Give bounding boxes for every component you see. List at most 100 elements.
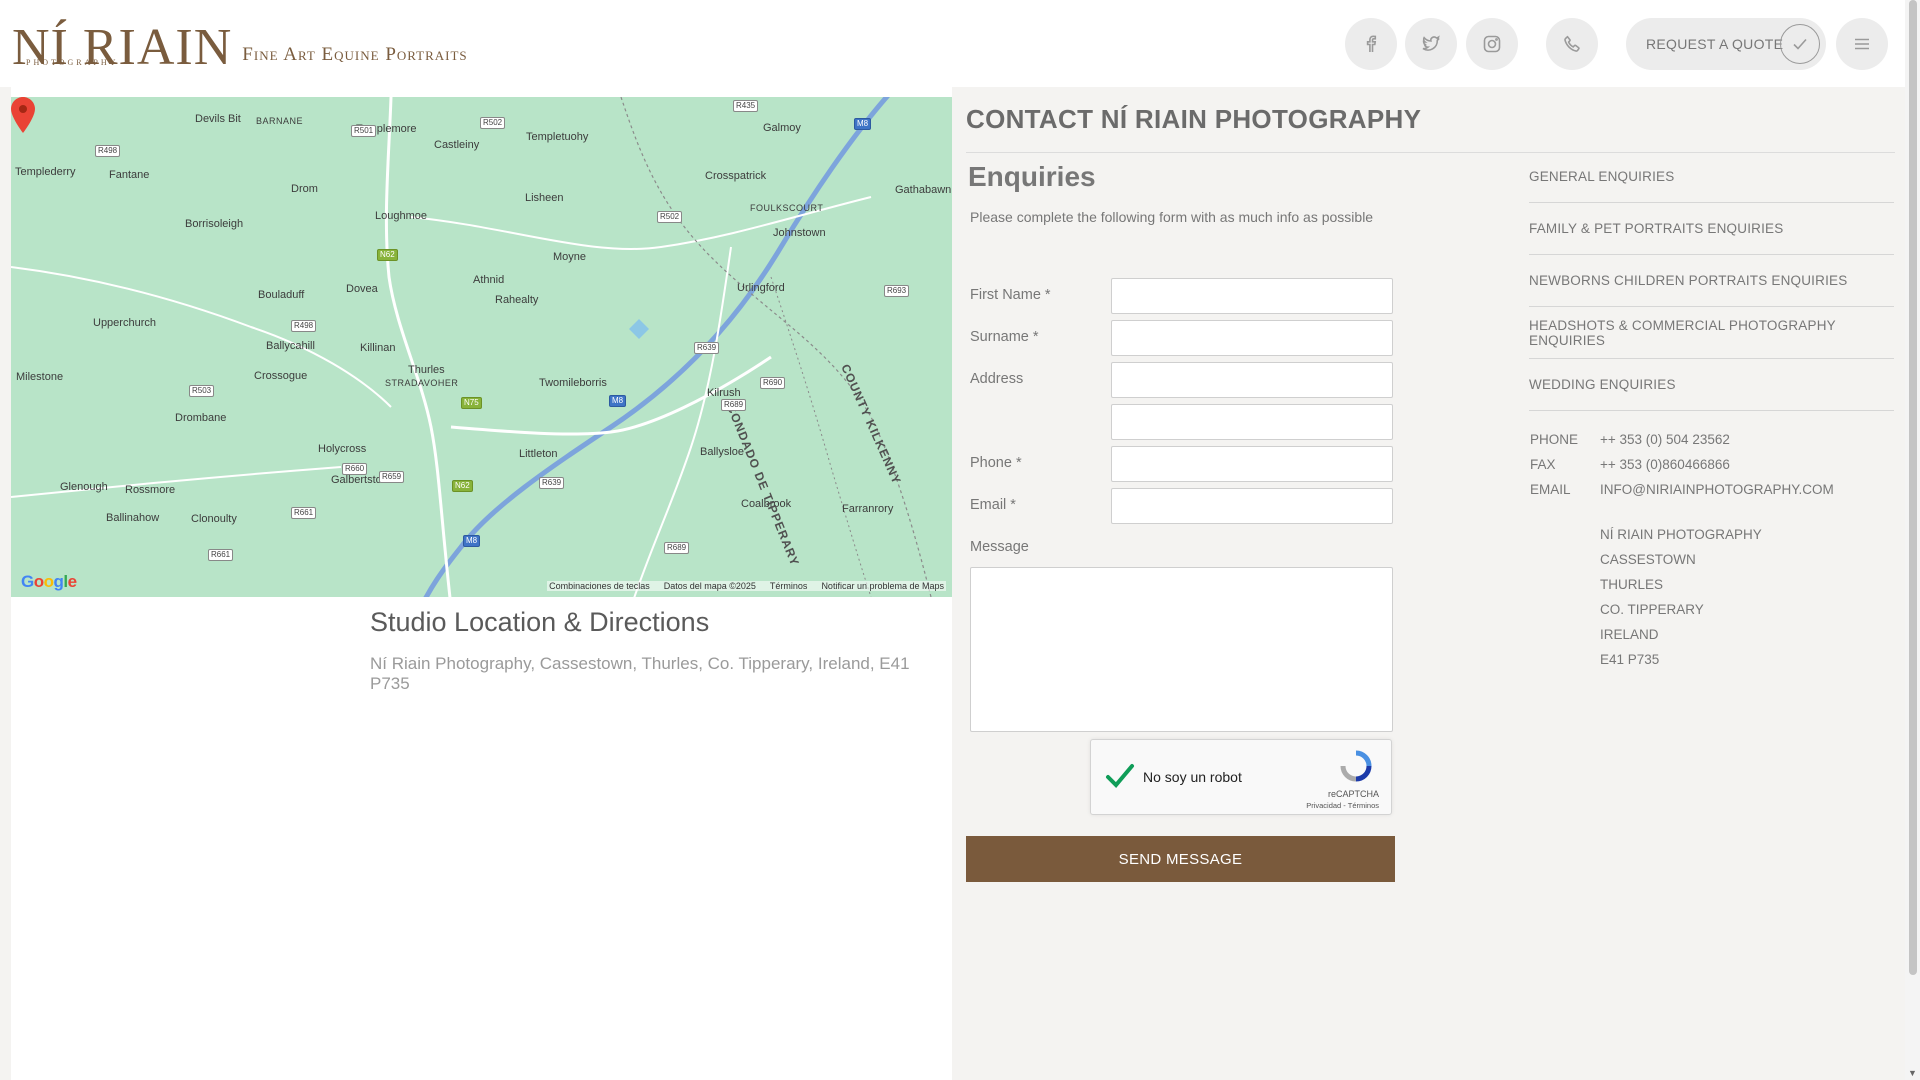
map-label: Upperchurch xyxy=(93,317,156,329)
road-tag: R502 xyxy=(657,211,683,223)
twitter-button[interactable] xyxy=(1405,18,1457,70)
address-line: CASSESTOWN xyxy=(1600,552,1696,567)
terms-link[interactable]: Términos xyxy=(770,581,808,591)
road-tag: R498 xyxy=(95,145,121,157)
fax-info-label: FAX xyxy=(1530,457,1556,472)
keyboard-shortcuts-link[interactable]: Combinaciones de teclas xyxy=(549,581,650,591)
phone-label: Phone * xyxy=(970,455,1022,471)
road-tag: R503 xyxy=(189,385,215,397)
map-pin-icon[interactable] xyxy=(11,97,35,133)
map-label: Loughmoe xyxy=(375,210,427,222)
recaptcha-links[interactable]: Privacidad - Términos xyxy=(1306,801,1379,810)
map-label: Farranrory xyxy=(842,503,894,515)
menu-button[interactable] xyxy=(1836,18,1888,70)
google-map[interactable]: Devils Bit BARNANE Templemore Castleiny … xyxy=(11,97,952,597)
address-line: NÍ RIAIN PHOTOGRAPHY xyxy=(1600,527,1762,542)
surname-label: Surname * xyxy=(970,329,1039,345)
hamburger-menu-icon xyxy=(1855,38,1869,50)
fax-info-value: ++ 353 (0)860466866 xyxy=(1600,457,1730,472)
road-tag: N62 xyxy=(377,249,398,261)
address-line: CO. TIPPERARY xyxy=(1600,602,1704,617)
phone-icon xyxy=(1564,35,1580,52)
map-label: Lisheen xyxy=(525,192,564,204)
road-tag: R660 xyxy=(342,463,368,475)
email-info-value[interactable]: INFO@NIRIAINPHOTOGRAPHY.COM xyxy=(1600,482,1834,497)
first-name-input[interactable] xyxy=(1111,278,1393,314)
enquiry-type-wedding[interactable]: WEDDING ENQUIRIES xyxy=(1529,359,1894,411)
map-label: Glenough xyxy=(60,481,108,493)
form-intro: Please complete the following form with … xyxy=(970,209,1374,225)
send-message-button[interactable]: SEND MESSAGE xyxy=(966,836,1395,882)
map-label: Crosspatrick xyxy=(705,170,767,182)
map-label: Athnid xyxy=(473,274,505,286)
address-line: IRELAND xyxy=(1600,627,1659,642)
map-label: Galmoy xyxy=(763,122,801,134)
phone-info-value[interactable]: ++ 353 (0) 504 23562 xyxy=(1600,432,1730,447)
message-textarea[interactable] xyxy=(970,567,1393,732)
map-label: Moyne xyxy=(553,251,587,263)
google-logo: Google xyxy=(21,572,77,591)
report-problem-link[interactable]: Notificar un problema de Maps xyxy=(821,581,944,591)
map-label: Devils Bit xyxy=(195,113,241,125)
enquiry-type-family-pet[interactable]: FAMILY & PET PORTRAITS ENQUIRIES xyxy=(1529,203,1894,255)
logo-tagline: Fine Art Equine Portraits xyxy=(242,44,468,65)
enquiry-type-headshots[interactable]: HEADSHOTS & COMMERCIAL PHOTOGRAPHY ENQUI… xyxy=(1529,307,1894,359)
road-tag: R693 xyxy=(884,285,910,297)
map-label: Crossogue xyxy=(254,370,308,382)
enquiry-types-list: GENERAL ENQUIRIES FAMILY & PET PORTRAITS… xyxy=(1529,151,1894,411)
road-tag: N62 xyxy=(452,480,473,492)
scroll-down-arrow-icon[interactable]: ▼ xyxy=(1908,1068,1917,1078)
map-label: Twomileborris xyxy=(539,377,607,389)
phone-button[interactable] xyxy=(1546,18,1598,70)
phone-input[interactable] xyxy=(1111,446,1393,482)
recaptcha-checkbox-checked-icon[interactable] xyxy=(1105,762,1135,790)
enquiry-type-newborns[interactable]: NEWBORNS CHILDREN PORTRAITS ENQUIRIES xyxy=(1529,255,1894,307)
map-label: Drombane xyxy=(175,412,227,424)
recaptcha-logo-icon xyxy=(1340,750,1372,782)
enquiries-title: Enquiries xyxy=(968,161,1096,192)
road-tag: R661 xyxy=(208,549,234,561)
enquiry-type-general[interactable]: GENERAL ENQUIRIES xyxy=(1529,151,1894,203)
map-label: Ballinahow xyxy=(106,512,160,524)
map-label: Bouladuff xyxy=(258,289,305,301)
address-input-line1[interactable] xyxy=(1111,362,1393,398)
studio-title: Studio Location & Directions xyxy=(370,607,710,637)
twitter-icon xyxy=(1422,35,1440,51)
map-column: Devils Bit BARNANE Templemore Castleiny … xyxy=(11,87,952,1080)
road-tag: R661 xyxy=(291,507,317,519)
phone-info-label: PHONE xyxy=(1530,432,1579,447)
road-tag: R639 xyxy=(694,342,720,354)
address-line: THURLES xyxy=(1600,577,1664,592)
surname-input[interactable] xyxy=(1111,320,1393,356)
address-input-line2[interactable] xyxy=(1111,404,1393,440)
email-label: Email * xyxy=(970,497,1016,513)
address-line: E41 P735 xyxy=(1600,652,1660,667)
first-name-label: First Name * xyxy=(970,287,1051,303)
facebook-button[interactable] xyxy=(1345,18,1397,70)
instagram-icon xyxy=(1483,35,1501,53)
map-label: Rahealty xyxy=(495,294,539,306)
page-scrollbar[interactable]: ▼ xyxy=(1905,0,1920,1080)
map-label: Fantane xyxy=(109,169,150,181)
road-tag: R689 xyxy=(721,399,747,411)
map-label: BARNANE xyxy=(256,116,304,126)
request-quote-button[interactable]: REQUEST A QUOTE xyxy=(1626,18,1826,70)
recaptcha-widget: No soy un robot reCAPTCHA Privacidad - T… xyxy=(1090,739,1392,815)
road-tag: N75 xyxy=(461,397,482,409)
road-tag: R501 xyxy=(351,125,377,137)
road-tag: R502 xyxy=(480,117,506,129)
map-label: Killinan xyxy=(360,342,396,354)
map-label: Johnstown xyxy=(773,227,826,239)
message-label: Message xyxy=(970,539,1029,555)
map-label: Castleiny xyxy=(434,139,480,151)
site-logo[interactable]: NÍ RIAIN PHOTOGRAPHY Fine Art Equine Por… xyxy=(12,14,468,74)
scrollbar-thumb[interactable] xyxy=(1909,0,1917,975)
map-label: Clonoulty xyxy=(191,513,237,525)
map-label: Gathabawn xyxy=(895,184,952,196)
email-info-label: EMAIL xyxy=(1530,482,1571,497)
email-input[interactable] xyxy=(1111,488,1393,524)
instagram-button[interactable] xyxy=(1466,18,1518,70)
map-footer: Combinaciones de teclas Datos del mapa ©… xyxy=(547,581,946,591)
map-label: Dovea xyxy=(346,283,378,295)
studio-address: Ní Riain Photography, Cassestown, Thurle… xyxy=(370,654,910,693)
